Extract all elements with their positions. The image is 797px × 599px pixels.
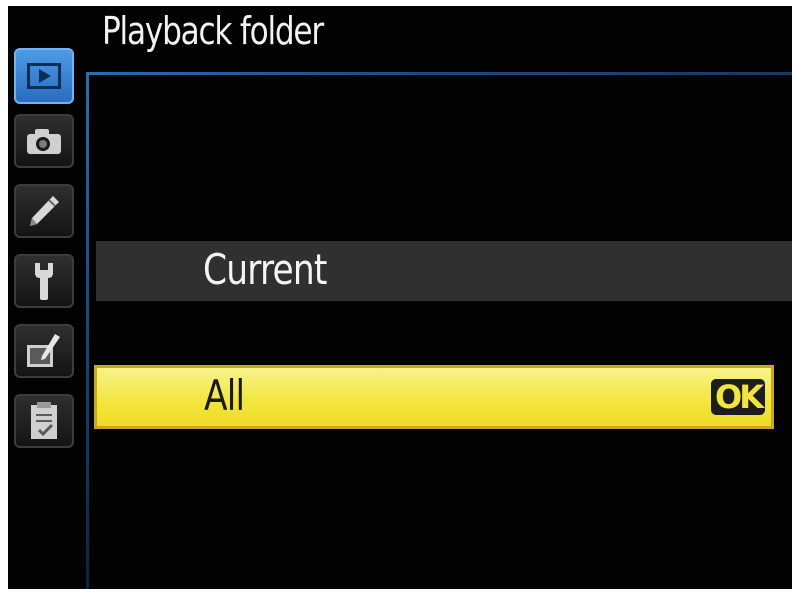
tab-shooting[interactable] [14, 114, 74, 168]
tab-setup[interactable] [14, 254, 74, 308]
tab-custom-settings[interactable] [14, 184, 74, 238]
playback-icon [27, 63, 61, 89]
page-title: Playback folder [102, 9, 324, 53]
option-current[interactable]: Current [96, 241, 792, 301]
ok-button-icon: OK [711, 379, 765, 415]
tab-retouch[interactable] [14, 324, 74, 378]
wrench-icon [35, 263, 53, 300]
option-all[interactable]: All OK [94, 365, 774, 429]
tab-my-menu[interactable] [14, 394, 74, 448]
menu-frame-left [86, 72, 89, 589]
option-current-label: Current [203, 245, 327, 294]
my-menu-icon [31, 402, 57, 439]
pencil-icon [30, 196, 59, 226]
menu-frame-top [88, 72, 792, 75]
retouch-icon [27, 334, 60, 367]
camera-icon [27, 129, 61, 154]
camera-menu-screen: Playback folder Current All OK [8, 6, 792, 589]
option-all-label: All [204, 371, 245, 420]
tab-playback[interactable] [14, 48, 74, 104]
